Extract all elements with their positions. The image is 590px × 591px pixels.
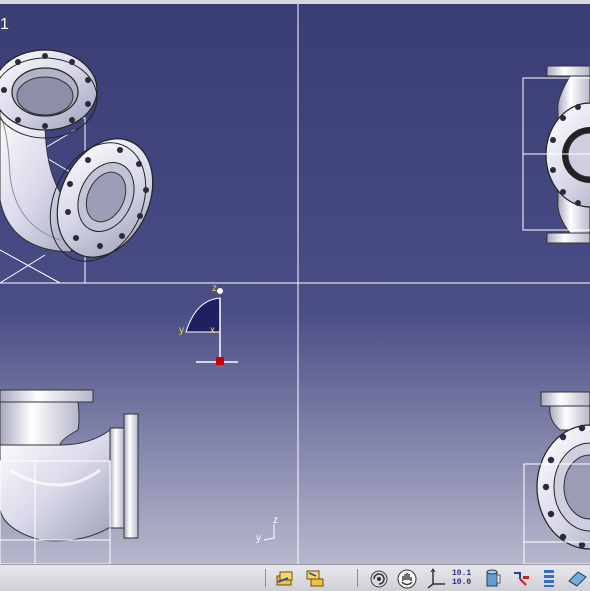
folder-tree-icon[interactable] — [304, 567, 326, 589]
render-style-icon[interactable] — [566, 567, 588, 589]
axis-z-label: z — [273, 515, 278, 526]
constraint-icon[interactable] — [510, 567, 532, 589]
compass-z-tip[interactable] — [217, 288, 223, 294]
folder-stack-icon[interactable] — [274, 567, 296, 589]
rotate-icon[interactable] — [368, 567, 390, 589]
pan-hand-icon[interactable] — [396, 567, 418, 589]
toolbar-separator — [265, 569, 266, 587]
compass-z-label: z — [212, 283, 217, 294]
cylinder-icon[interactable] — [482, 567, 504, 589]
window-title-fragment: 1 — [0, 16, 9, 33]
measure-icon[interactable]: 10.1 10.0 — [452, 567, 476, 589]
axis-system-icon[interactable] — [425, 567, 447, 589]
compass-y-label: y — [179, 325, 184, 336]
measure-top-value: 10.1 — [452, 569, 472, 578]
axis-y-label: y — [256, 533, 261, 544]
measure-bottom-value: 10.0 — [452, 578, 472, 587]
toolbar-separator — [357, 569, 358, 587]
compass-handle[interactable] — [216, 357, 224, 365]
bottom-toolbar: 10.1 10.0 — [0, 564, 590, 591]
3d-viewport[interactable]: z y x z y 1 — [0, 0, 590, 564]
compass-x-label: x — [210, 325, 215, 336]
stack-icon[interactable] — [538, 567, 560, 589]
